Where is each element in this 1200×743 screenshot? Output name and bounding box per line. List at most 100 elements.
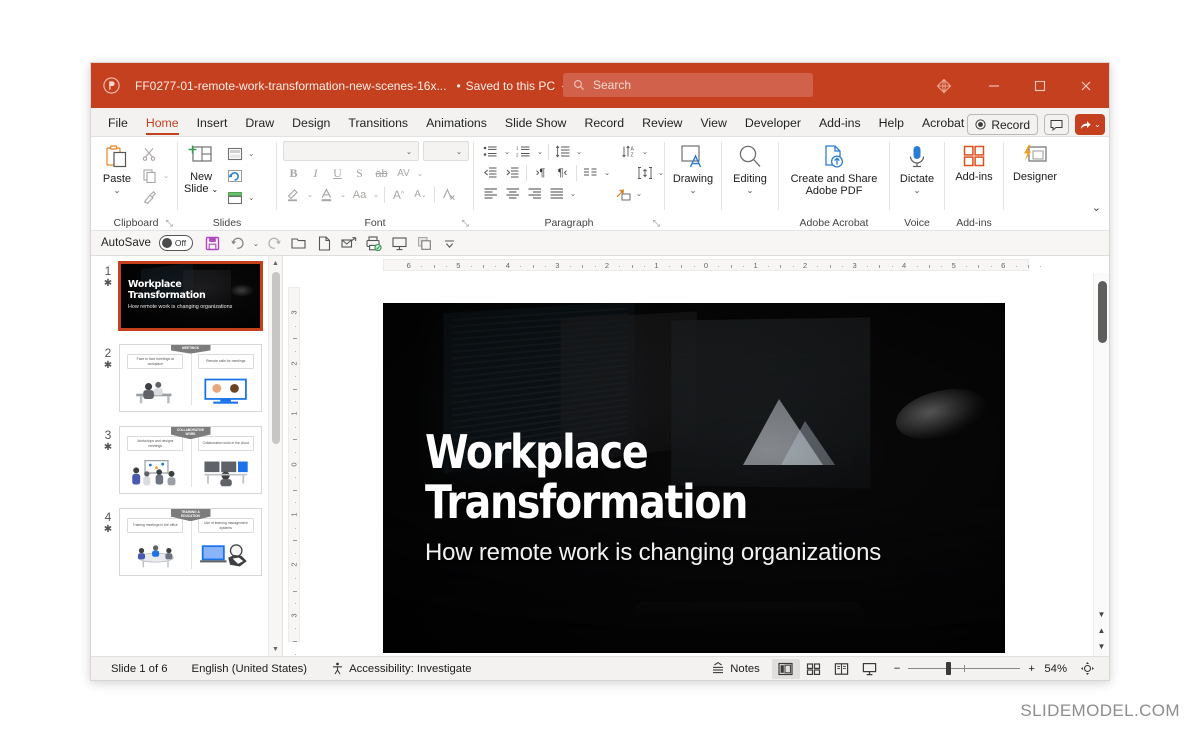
start-slideshow-button[interactable]: [388, 232, 411, 254]
reset-button[interactable]: [224, 165, 245, 186]
save-button[interactable]: [201, 232, 224, 254]
open-button[interactable]: [288, 232, 311, 254]
autosave-toggle[interactable]: Off: [159, 235, 193, 251]
line-spacing-button[interactable]: [552, 141, 573, 162]
chevron-down-icon[interactable]: ⌄: [246, 193, 256, 202]
quick-print-button[interactable]: [363, 232, 386, 254]
thumbnail-slide-2[interactable]: 2 ✱ Face to face meetings at workplace: [91, 344, 268, 426]
notes-button[interactable]: Notes: [699, 662, 772, 675]
add-ins-button[interactable]: Add-ins: [949, 141, 998, 183]
undo-button[interactable]: [226, 232, 249, 254]
chevron-down-icon[interactable]: ⌄: [338, 190, 348, 199]
decrease-indent-button[interactable]: [480, 162, 501, 183]
dictate-button[interactable]: Dictate ⌄: [894, 141, 940, 195]
chevron-down-icon[interactable]: ⌄: [161, 171, 171, 180]
scroll-down-button[interactable]: ▼: [269, 642, 282, 656]
tab-transitions[interactable]: Transitions: [339, 110, 417, 136]
slide-title[interactable]: Workplace Transformation: [425, 427, 747, 527]
fit-to-window-button[interactable]: [1073, 659, 1101, 679]
redo-button[interactable]: [263, 232, 286, 254]
layout-button[interactable]: [224, 143, 245, 164]
tab-review[interactable]: Review: [633, 110, 691, 136]
text-direction-button[interactable]: A Z: [618, 141, 639, 162]
diamond-icon[interactable]: [917, 63, 971, 108]
share-button[interactable]: ⌄: [1075, 114, 1105, 135]
text-shadow-button[interactable]: S: [349, 163, 370, 184]
left-to-right-button[interactable]: ›¶: [530, 162, 551, 183]
slideshow-view-button[interactable]: [856, 659, 884, 679]
chevron-down-icon[interactable]: ⌄: [535, 147, 545, 156]
thumbnail-slide-4[interactable]: 4 ✱ Training meetings in the office: [91, 508, 268, 590]
chevron-down-icon[interactable]: ⌄: [305, 190, 315, 199]
tab-acrobat[interactable]: Acrobat: [913, 110, 973, 136]
align-text-button[interactable]: [634, 162, 655, 183]
align-center-button[interactable]: [502, 183, 523, 204]
strikethrough-button[interactable]: ab: [371, 163, 392, 184]
scroll-down-button[interactable]: ▼: [1094, 606, 1109, 622]
record-button[interactable]: Record: [967, 114, 1038, 135]
current-slide[interactable]: Workplace Transformation How remote work…: [383, 303, 1005, 653]
previous-slide-button[interactable]: ▲: [1094, 622, 1109, 638]
numbering-button[interactable]: 1 2: [513, 141, 534, 162]
accessibility-indicator[interactable]: Accessibility: Investigate: [319, 662, 483, 675]
tab-developer[interactable]: Developer: [736, 110, 810, 136]
columns-button[interactable]: [580, 162, 601, 183]
character-spacing-button[interactable]: AV: [393, 163, 414, 184]
increase-indent-button[interactable]: [502, 162, 523, 183]
scroll-up-button[interactable]: ▲: [269, 256, 282, 270]
align-right-button[interactable]: [524, 183, 545, 204]
maximize-button[interactable]: [1017, 63, 1063, 108]
tab-insert[interactable]: Insert: [188, 110, 237, 136]
zoom-percent-label[interactable]: 54%: [1035, 663, 1067, 675]
thumbnail-slide-1[interactable]: 1 ✱ Workplace T: [91, 262, 268, 344]
tab-add-ins[interactable]: Add-ins: [810, 110, 870, 136]
font-dialog-launcher[interactable]: ⤡: [462, 218, 469, 229]
undo-chevron-icon[interactable]: ⌄: [251, 239, 261, 248]
next-slide-button[interactable]: ▼: [1094, 638, 1109, 654]
chevron-down-icon[interactable]: ⌄: [574, 147, 584, 156]
thumbnail-slide-3[interactable]: 3 ✱ Workshops and designs meetings: [91, 426, 268, 508]
clipboard-dialog-launcher[interactable]: ⤡: [166, 218, 173, 229]
chevron-down-icon[interactable]: ⌄: [640, 147, 650, 156]
font-size-input[interactable]: ⌄: [423, 141, 469, 161]
customize-qat-button[interactable]: [438, 232, 461, 254]
tab-record[interactable]: Record: [575, 110, 633, 136]
thumbnail-preview[interactable]: Workplace Transformation How remote work…: [119, 262, 262, 330]
chevron-down-icon[interactable]: ⌄: [415, 169, 425, 178]
horizontal-ruler[interactable]: 6543210123456: [283, 256, 1109, 273]
zoom-slider[interactable]: [908, 659, 1020, 679]
collapse-ribbon-button[interactable]: ⌄: [1092, 201, 1101, 214]
zoom-in-button[interactable]: +: [1028, 663, 1035, 675]
chevron-down-icon[interactable]: ⌄: [502, 147, 512, 156]
save-state-button[interactable]: • Saved to this PC ⌄: [456, 79, 567, 93]
scrollbar-thumb[interactable]: [1098, 281, 1107, 343]
italic-button[interactable]: I: [305, 163, 326, 184]
cut-button[interactable]: [139, 143, 160, 164]
slide-count-indicator[interactable]: Slide 1 of 6: [99, 663, 180, 675]
tab-file[interactable]: File: [99, 110, 137, 136]
minimize-button[interactable]: [971, 63, 1017, 108]
canvas-scrollbar[interactable]: ▼ ▲ ▼: [1093, 273, 1109, 656]
email-button[interactable]: [338, 232, 361, 254]
tab-help[interactable]: Help: [870, 110, 913, 136]
close-button[interactable]: [1063, 63, 1109, 108]
right-to-left-button[interactable]: ¶‹: [552, 162, 573, 183]
tab-design[interactable]: Design: [283, 110, 339, 136]
chevron-down-icon[interactable]: ⌄: [371, 190, 381, 199]
new-file-button[interactable]: [313, 232, 336, 254]
chevron-down-icon[interactable]: ⌄: [246, 149, 256, 158]
tab-view[interactable]: View: [691, 110, 735, 136]
chevron-down-icon[interactable]: ⌄: [602, 168, 612, 177]
format-painter-button[interactable]: [139, 187, 160, 208]
zoom-out-button[interactable]: −: [884, 663, 901, 675]
tab-animations[interactable]: Animations: [417, 110, 496, 136]
chevron-down-icon[interactable]: ⌄: [634, 189, 644, 198]
new-slide-button[interactable]: New Slide ⌄: [178, 141, 224, 196]
thumbnails-scrollbar[interactable]: ▲ ▼: [268, 256, 282, 656]
underline-button[interactable]: U: [327, 163, 348, 184]
paste-button[interactable]: Paste ⌄: [95, 141, 139, 195]
normal-view-button[interactable]: [772, 659, 800, 679]
change-case-button[interactable]: Aa: [349, 184, 370, 205]
bold-button[interactable]: B: [283, 163, 304, 184]
editing-button[interactable]: Editing ⌄: [727, 141, 773, 195]
